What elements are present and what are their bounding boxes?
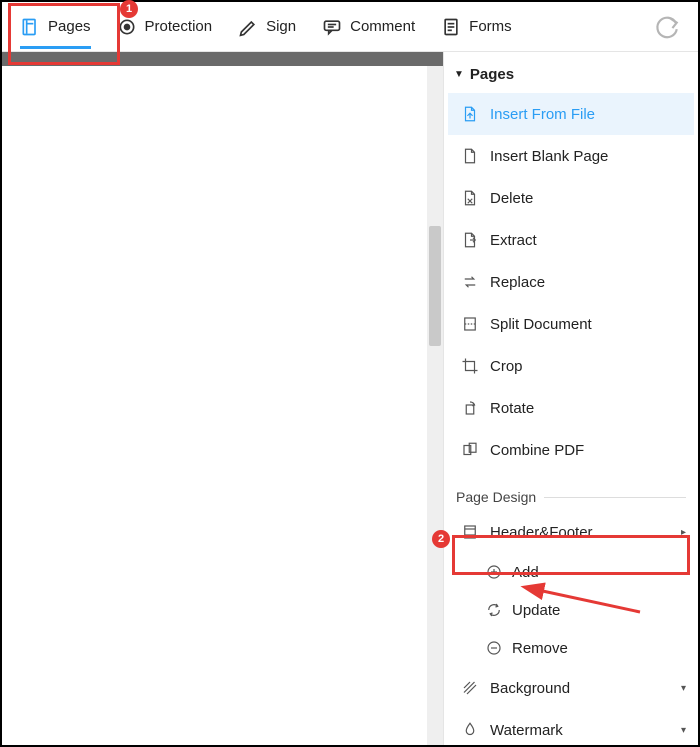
tab-sign[interactable]: Sign [228,11,306,43]
chevron-down-icon: ▾ [681,725,686,736]
side-panel: ▼ Pages Insert From File Insert Blank Pa… [443,52,698,745]
menu-insert-from-file[interactable]: Insert From File [448,93,694,135]
menu-label: Insert From File [490,106,595,123]
menu-extract[interactable]: Extract [448,219,694,261]
submenu-remove[interactable]: Remove [448,629,694,667]
submenu-add[interactable]: Add [448,553,694,591]
update-icon [484,600,504,620]
menu-label: Crop [490,358,523,375]
menu-rotate[interactable]: Rotate [448,387,694,429]
menu-label: Combine PDF [490,442,584,459]
tab-pages[interactable]: Pages [10,11,101,43]
chevron-right-icon: ▸ [681,527,686,538]
submenu-label: Remove [512,640,568,657]
section-label-text: Page Design [456,489,536,505]
scrollbar-thumb[interactable] [429,226,441,346]
delete-page-icon [460,188,480,208]
panel-title: Pages [470,66,514,83]
menu-label: Background [490,680,570,697]
menu-insert-blank-page[interactable]: Insert Blank Page [448,135,694,177]
menu-delete[interactable]: Delete [448,177,694,219]
menu-label: Header&Footer [490,524,593,541]
protection-icon [117,17,137,37]
document-area [2,52,443,745]
background-icon [460,678,480,698]
menu-label: Rotate [490,400,534,417]
content-area: ▼ Pages Insert From File Insert Blank Pa… [2,52,698,745]
tab-comment-label: Comment [350,18,415,35]
section-page-design: Page Design [448,471,694,511]
redo-icon [654,14,680,40]
menu-label: Replace [490,274,545,291]
document-page[interactable] [2,66,427,745]
menu-watermark[interactable]: Watermark ▾ [448,709,694,745]
tab-sign-label: Sign [266,18,296,35]
header-footer-icon [460,522,480,542]
annotation-badge-2: 2 [432,530,450,548]
tab-protection-label: Protection [145,18,213,35]
tab-pages-label: Pages [48,18,91,35]
menu-label: Split Document [490,316,592,333]
menu-label: Delete [490,190,533,207]
tab-forms-label: Forms [469,18,512,35]
submenu-label: Update [512,602,560,619]
annotation-badge-1: 1 [120,0,138,18]
tab-comment[interactable]: Comment [312,11,425,43]
watermark-icon [460,720,480,740]
toolbar: Pages Protection Sign Comment Forms [2,2,698,52]
split-icon [460,314,480,334]
panel-title-row[interactable]: ▼ Pages [448,62,694,93]
insert-file-icon [460,104,480,124]
menu-label: Insert Blank Page [490,148,608,165]
document-tab-bar [2,52,443,66]
chevron-down-icon: ▾ [681,683,686,694]
menu-combine-pdf[interactable]: Combine PDF [448,429,694,471]
menu-replace[interactable]: Replace [448,261,694,303]
pages-menu: Insert From File Insert Blank Page Delet… [448,93,694,745]
crop-icon [460,356,480,376]
extract-icon [460,230,480,250]
collapse-caret-icon: ▼ [454,69,464,80]
sign-icon [238,17,258,37]
remove-icon [484,638,504,658]
menu-label: Extract [490,232,537,249]
submenu-label: Add [512,564,539,581]
combine-icon [460,440,480,460]
menu-background[interactable]: Background ▾ [448,667,694,709]
menu-header-footer[interactable]: Header&Footer ▸ [448,511,694,553]
redo-button[interactable] [644,8,690,46]
vertical-scrollbar[interactable] [427,66,443,745]
menu-label: Watermark [490,722,563,739]
add-icon [484,562,504,582]
tab-forms[interactable]: Forms [431,11,522,43]
blank-page-icon [460,146,480,166]
menu-crop[interactable]: Crop [448,345,694,387]
rotate-icon [460,398,480,418]
menu-split-document[interactable]: Split Document [448,303,694,345]
submenu-update[interactable]: Update [448,591,694,629]
pages-icon [20,17,40,37]
forms-icon [441,17,461,37]
replace-icon [460,272,480,292]
comment-icon [322,17,342,37]
